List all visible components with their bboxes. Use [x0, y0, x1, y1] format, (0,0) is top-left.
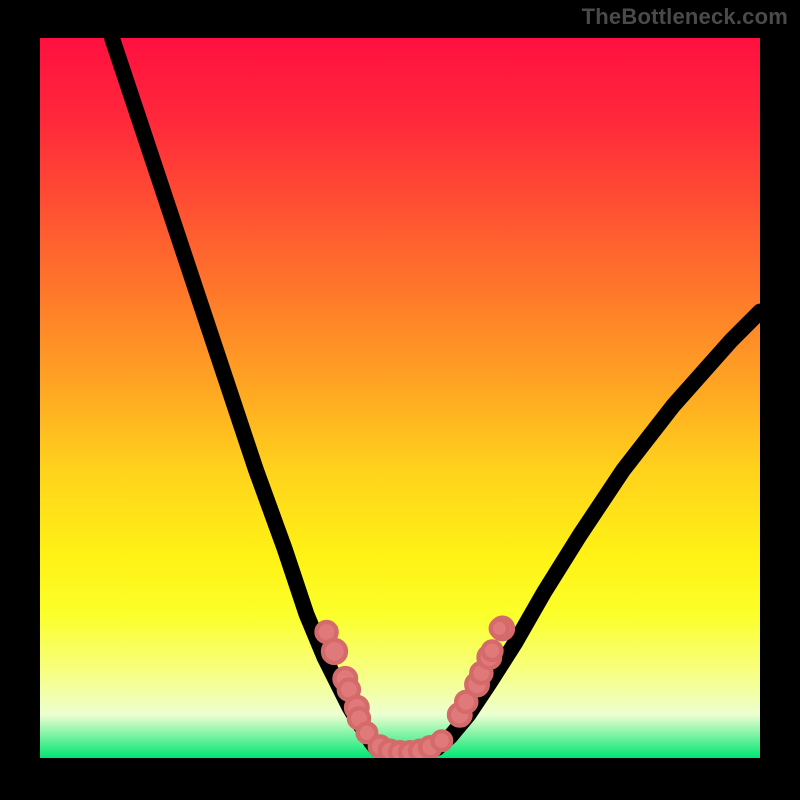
bottleneck-curve	[40, 38, 760, 758]
plot-area	[40, 38, 760, 758]
watermark-text: TheBottleneck.com	[582, 4, 788, 30]
curve-path	[112, 38, 760, 754]
chart-frame: TheBottleneck.com	[0, 0, 800, 800]
data-marker	[432, 731, 451, 750]
data-marker	[483, 641, 502, 660]
data-marker	[491, 620, 508, 637]
data-marker	[323, 640, 346, 663]
